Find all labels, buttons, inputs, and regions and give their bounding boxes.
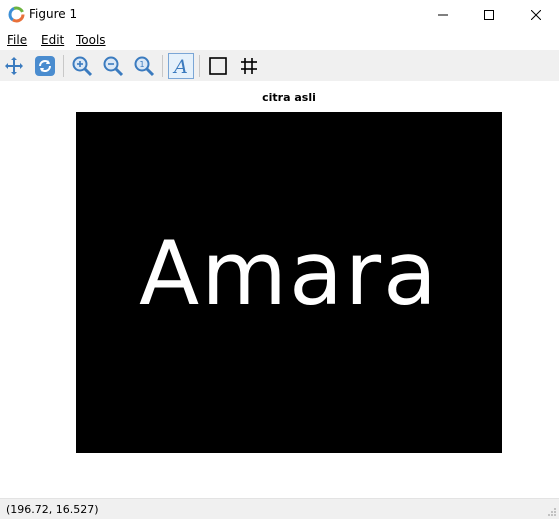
refresh-icon xyxy=(35,56,55,76)
zoom-in-icon xyxy=(72,56,93,77)
grid-button[interactable] xyxy=(236,53,262,79)
maximize-icon xyxy=(484,10,494,20)
menu-file-label: File xyxy=(7,33,28,47)
rectangle-button[interactable] xyxy=(205,53,231,79)
zoom-reset-button[interactable]: 1 xyxy=(131,53,157,79)
zoom-out-button[interactable] xyxy=(100,53,126,79)
app-logo-icon xyxy=(8,6,25,23)
toolbar-separator xyxy=(63,55,64,77)
cursor-coordinates: (196.72, 16.527) xyxy=(6,503,99,516)
zoom-out-icon xyxy=(103,56,124,77)
menu-file[interactable]: File xyxy=(7,33,27,47)
title-bar: Figure 1 xyxy=(0,0,559,30)
refresh-button[interactable] xyxy=(32,53,58,79)
zoom-in-button[interactable] xyxy=(69,53,95,79)
image-display[interactable]: Amara xyxy=(76,112,502,453)
plot-title: citra asli xyxy=(262,91,316,104)
minimize-icon xyxy=(438,14,448,16)
window-title: Figure 1 xyxy=(29,7,78,21)
menu-edit-label: Edit xyxy=(41,33,65,47)
status-bar: (196.72, 16.527) xyxy=(0,498,559,519)
move-icon xyxy=(5,57,23,75)
close-button[interactable] xyxy=(513,0,559,30)
close-icon xyxy=(531,10,541,20)
resize-grip-icon[interactable] xyxy=(547,507,557,517)
minimize-button[interactable] xyxy=(420,0,466,30)
menu-tools-label: Tools xyxy=(76,33,106,47)
menu-edit[interactable]: Edit xyxy=(41,33,64,47)
toolbar-separator xyxy=(162,55,163,77)
rectangle-icon xyxy=(209,57,227,75)
svg-text:1: 1 xyxy=(139,60,144,69)
zoom-reset-icon: 1 xyxy=(134,56,155,77)
toolbar: 1 A xyxy=(0,50,559,81)
svg-text:A: A xyxy=(172,56,188,77)
text-icon: A xyxy=(172,56,188,77)
menu-bar: File Edit Tools xyxy=(0,30,559,50)
text-button[interactable]: A xyxy=(168,53,194,79)
menu-tools[interactable]: Tools xyxy=(76,33,106,47)
grid-icon xyxy=(241,58,257,74)
pan-button[interactable] xyxy=(1,53,27,79)
image-text: Amara xyxy=(139,222,439,325)
toolbar-separator xyxy=(199,55,200,77)
maximize-button[interactable] xyxy=(466,0,512,30)
